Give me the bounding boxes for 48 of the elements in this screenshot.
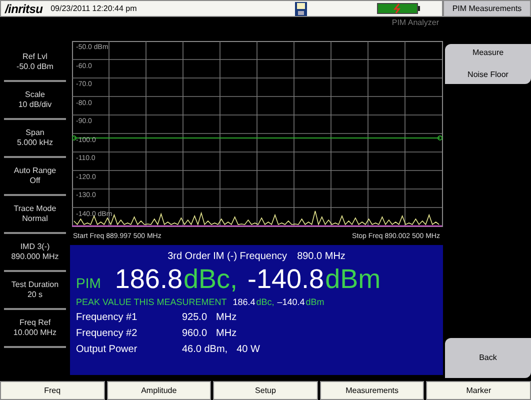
- parameter-value: -50.0 dBm: [16, 62, 54, 72]
- parameter-label: Scale: [24, 90, 45, 100]
- peak-dbm-value: –140.4: [277, 296, 305, 309]
- menu-tab[interactable]: Freq: [0, 381, 105, 400]
- pim-dbm-value: -140.8: [248, 266, 324, 293]
- row-label: Frequency #2: [76, 326, 138, 340]
- row-label: Frequency #1: [76, 310, 138, 324]
- pim-dbc-value: 186.8: [114, 266, 182, 293]
- peak-dbc-value: 186.4: [232, 296, 256, 309]
- peak-label: PEAK VALUE THIS MEASUREMENT: [76, 296, 227, 309]
- parameter-value: 890.000 MHz: [11, 252, 59, 262]
- menu-title: PIM Measurements: [443, 0, 531, 17]
- row-value: 960.0: [182, 326, 208, 340]
- menu-tab[interactable]: Amplitude: [106, 381, 212, 400]
- parameter-value: Off: [30, 176, 40, 186]
- parameter-label: IMD 3(-): [20, 242, 50, 252]
- parameter-label: Span: [26, 128, 44, 138]
- row-unit: MHz: [216, 326, 237, 340]
- parameter-label: Test Duration: [11, 280, 59, 290]
- row-unit: 40 W: [236, 342, 260, 356]
- menu-tab[interactable]: Measurements: [320, 381, 424, 400]
- row-unit: MHz: [216, 310, 237, 324]
- parameter-value: 5.000 kHz: [16, 138, 54, 148]
- menu-tab[interactable]: Setup: [213, 381, 318, 400]
- measurement-title: 3rd Order IM (-) Frequency: [168, 250, 288, 264]
- dbm-unit: dBm: [325, 266, 381, 293]
- date-time: 09/23/2011 12:20:44 pm: [50, 2, 137, 14]
- dbc-unit: dBc,: [256, 296, 274, 309]
- parameter-label: Freq Ref: [19, 318, 51, 328]
- softkey-button[interactable]: Back: [445, 338, 531, 378]
- parameter-value: 10.000 MHz: [13, 328, 57, 338]
- parameter-label: Trace Mode: [14, 204, 56, 214]
- parameter-value: 20 s: [27, 290, 43, 300]
- mode-label: PIM Analyzer: [392, 17, 439, 29]
- menu-tab[interactable]: Marker: [426, 381, 531, 400]
- parameter-value: 10 dB/div: [18, 100, 52, 110]
- parameter-label: Auto Range: [14, 166, 56, 176]
- row-value: 46.0 dBm,: [182, 342, 228, 356]
- measurement-frequency: 890.0 MHz: [297, 250, 346, 264]
- pim-label: PIM: [76, 276, 101, 290]
- row-value: 925.0: [182, 310, 208, 324]
- parameter-label: Ref Lvl: [22, 52, 48, 62]
- logo: /inritsu: [5, 2, 43, 14]
- dbc-unit: dBc,: [183, 266, 238, 293]
- dbm-unit: dBm: [306, 296, 324, 309]
- parameter-value: Normal: [22, 214, 48, 224]
- row-label: Output Power: [76, 342, 138, 356]
- softkey-button[interactable]: Measure Noise Floor: [445, 44, 531, 84]
